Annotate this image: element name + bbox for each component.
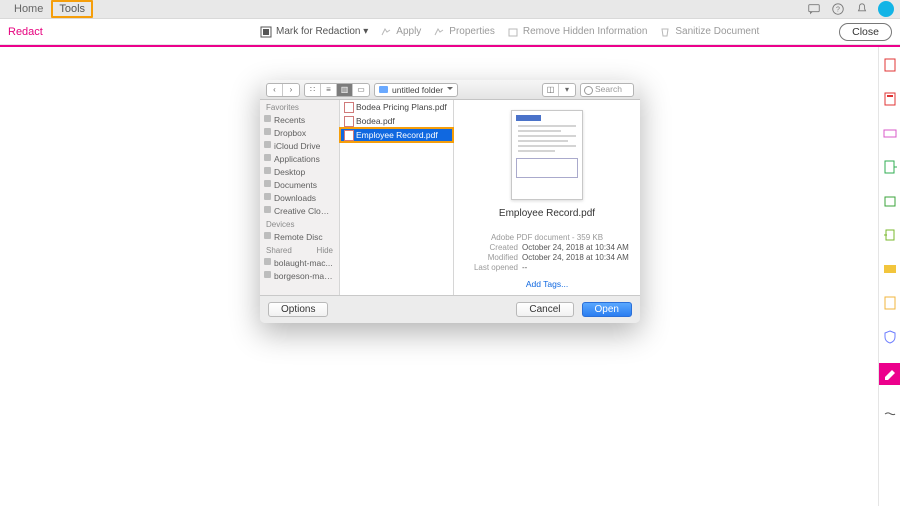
view-columns-icon[interactable]: ▥ <box>337 84 353 96</box>
open-button[interactable]: Open <box>582 302 632 317</box>
file-row-selected[interactable]: Employee Record.pdf <box>340 128 453 142</box>
rail-icon-2[interactable] <box>882 91 898 107</box>
dialog-toolbar: ‹ › ∷ ≡ ▥ ▭ untitled folder ◫ ▾ Search <box>260 80 640 100</box>
view-mode-segment[interactable]: ∷ ≡ ▥ ▭ <box>304 83 370 97</box>
redact-toolbar: Redact Mark for Redaction ▾ Apply Proper… <box>0 19 900 45</box>
sidebar-item-downloads[interactable]: Downloads <box>260 191 339 204</box>
close-button[interactable]: Close <box>839 23 892 41</box>
nav-forward-icon[interactable]: › <box>283 84 299 96</box>
folder-path-dropdown[interactable]: untitled folder <box>374 83 458 97</box>
file-row[interactable]: Bodea Pricing Plans.pdf <box>340 100 453 114</box>
sidebar-item-dropbox[interactable]: Dropbox <box>260 126 339 139</box>
sidebar-item-shared-2[interactable]: borgeson-mac... <box>260 269 339 282</box>
file-list: Bodea Pricing Plans.pdf Bodea.pdf Employ… <box>340 100 454 295</box>
sidebar-hide-link[interactable]: Hide <box>317 246 333 255</box>
nav-back-icon[interactable]: ‹ <box>267 84 283 96</box>
nav-back-forward[interactable]: ‹ › <box>266 83 300 97</box>
sidebar-item-creative-cloud[interactable]: Creative Cloud... <box>260 204 339 217</box>
arrange-icon[interactable]: ◫ <box>543 84 559 96</box>
tool-title: Redact <box>8 26 43 38</box>
app-top-bar: Home Tools ? <box>0 0 900 19</box>
remove-hidden-button[interactable]: Remove Hidden Information <box>507 26 648 38</box>
rail-icon-3[interactable] <box>882 125 898 141</box>
arrange-menu-icon[interactable]: ▾ <box>559 84 575 96</box>
rail-icon-9[interactable] <box>882 329 898 345</box>
sidebar-item-applications[interactable]: Applications <box>260 152 339 165</box>
rail-icon-7[interactable] <box>882 261 898 277</box>
sidebar-item-documents[interactable]: Documents <box>260 178 339 191</box>
svg-text:?: ? <box>836 7 840 14</box>
tab-home[interactable]: Home <box>6 1 51 17</box>
sidebar-heading-favorites: Favorites <box>260 100 339 113</box>
rail-icon-11[interactable] <box>882 403 898 419</box>
file-preview-pane: Employee Record.pdf Adobe PDF document -… <box>454 100 640 295</box>
avatar[interactable] <box>878 1 894 17</box>
arrange-segment[interactable]: ◫ ▾ <box>542 83 576 97</box>
sidebar-item-desktop[interactable]: Desktop <box>260 165 339 178</box>
rail-icon-8[interactable] <box>882 295 898 311</box>
dialog-footer: Options Cancel Open <box>260 295 640 323</box>
preview-metadata: Adobe PDF document - 359 KB CreatedOctob… <box>462 233 632 273</box>
mark-for-redaction-button[interactable]: Mark for Redaction ▾ <box>260 26 368 38</box>
right-tool-rail <box>878 47 900 506</box>
view-icons-icon[interactable]: ∷ <box>305 84 321 96</box>
options-button[interactable]: Options <box>268 302 328 317</box>
sidebar-item-shared-1[interactable]: bolaught-mac... <box>260 256 339 269</box>
accent-divider <box>0 45 900 47</box>
rail-icon-1[interactable] <box>882 57 898 73</box>
apply-button[interactable]: Apply <box>380 26 421 38</box>
sidebar-heading-devices: Devices <box>260 217 339 230</box>
file-row[interactable]: Bodea.pdf <box>340 114 453 128</box>
rail-icon-6[interactable] <box>882 227 898 243</box>
rail-icon-5[interactable] <box>882 193 898 209</box>
chat-icon[interactable] <box>806 1 822 17</box>
add-tags-link[interactable]: Add Tags... <box>526 279 568 289</box>
view-list-icon[interactable]: ≡ <box>321 84 337 96</box>
rail-redact-icon[interactable] <box>879 363 900 385</box>
finder-sidebar: Favorites Recents Dropbox iCloud Drive A… <box>260 100 340 295</box>
tab-tools[interactable]: Tools <box>51 0 93 18</box>
open-file-dialog: ‹ › ∷ ≡ ▥ ▭ untitled folder ◫ ▾ Search F… <box>260 80 640 323</box>
sidebar-item-remote-disc[interactable]: Remote Disc <box>260 230 339 243</box>
properties-button[interactable]: Properties <box>433 26 495 38</box>
rail-icon-4[interactable] <box>882 159 898 175</box>
folder-icon <box>379 86 388 93</box>
search-input[interactable]: Search <box>580 83 634 97</box>
sidebar-item-icloud[interactable]: iCloud Drive <box>260 139 339 152</box>
sidebar-item-recents[interactable]: Recents <box>260 113 339 126</box>
preview-thumbnail <box>511 110 583 200</box>
bell-icon[interactable] <box>854 1 870 17</box>
cancel-button[interactable]: Cancel <box>516 302 573 317</box>
preview-filename: Employee Record.pdf <box>499 208 595 219</box>
sidebar-heading-shared: SharedHide <box>260 243 339 256</box>
view-gallery-icon[interactable]: ▭ <box>353 84 369 96</box>
sanitize-button[interactable]: Sanitize Document <box>659 26 759 38</box>
help-icon[interactable]: ? <box>830 1 846 17</box>
